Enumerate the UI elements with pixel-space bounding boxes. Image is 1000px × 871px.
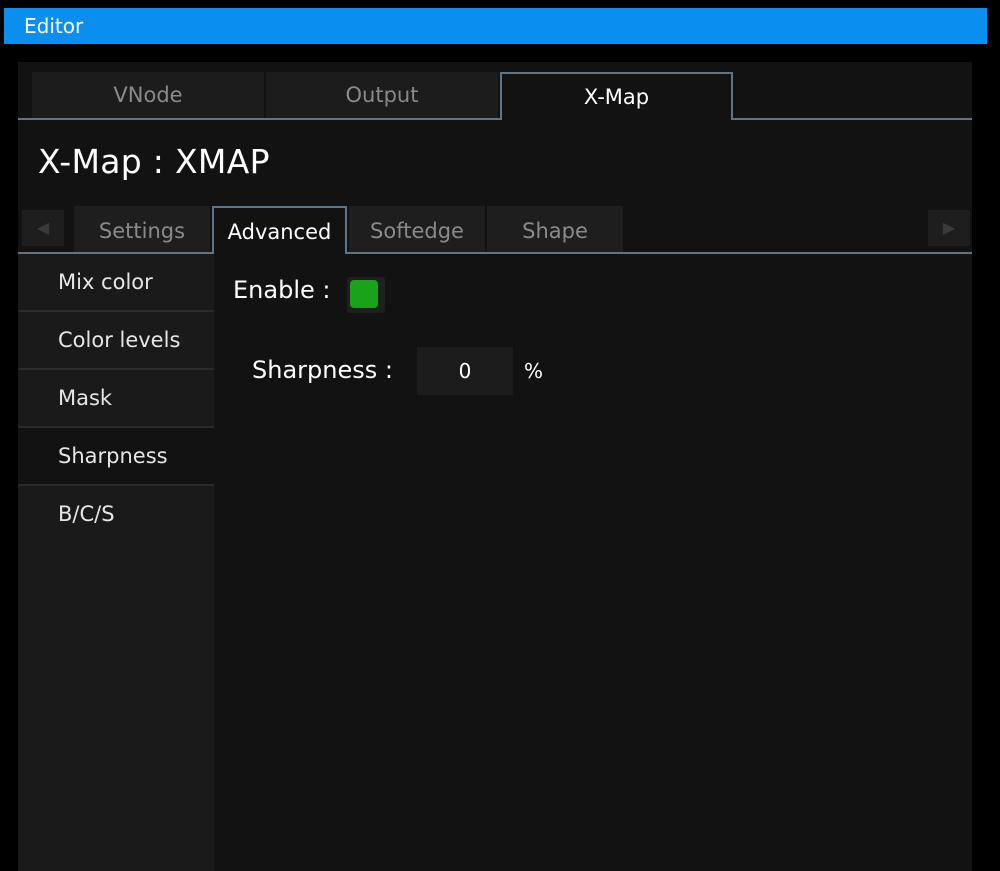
top-tab-bar: VNode Output X-Map	[18, 72, 972, 122]
scroll-left-button[interactable]: ◀	[22, 210, 64, 246]
left-arrow-icon: ◀	[36, 218, 50, 237]
tab-label: Settings	[98, 219, 186, 243]
enable-label: Enable :	[233, 276, 331, 304]
tab-output[interactable]: Output	[266, 72, 498, 118]
enable-toggle[interactable]	[347, 277, 385, 313]
sub-tab-bar: ◀ Settings Advanced Softedge Shape ▶	[18, 206, 972, 256]
side-item-label: Color levels	[58, 328, 181, 352]
tab-label: Softedge	[370, 219, 464, 243]
side-item-mix-color[interactable]: Mix color	[18, 254, 214, 312]
tab-label: Shape	[522, 219, 588, 243]
tab-label: X-Map	[583, 85, 650, 109]
side-item-bcs[interactable]: B/C/S	[18, 486, 214, 544]
scroll-right-button[interactable]: ▶	[928, 210, 970, 246]
side-item-color-levels[interactable]: Color levels	[18, 312, 214, 370]
tab-advanced[interactable]: Advanced	[212, 206, 347, 256]
sharpness-settings: Enable : Sharpness : %	[214, 254, 972, 871]
sharpness-unit: %	[524, 359, 544, 383]
tab-x-map[interactable]: X-Map	[500, 72, 733, 122]
tab-vnode[interactable]: VNode	[32, 72, 264, 118]
sharpness-label: Sharpness :	[252, 356, 393, 384]
tab-softedge[interactable]: Softedge	[349, 206, 485, 252]
page-title: X-Map : XMAP	[38, 142, 270, 181]
tab-settings[interactable]: Settings	[74, 206, 210, 252]
right-arrow-icon: ▶	[942, 218, 956, 237]
side-item-label: Sharpness	[58, 444, 168, 468]
tab-label: Advanced	[227, 220, 332, 244]
tab-label: VNode	[113, 83, 183, 107]
side-item-sharpness[interactable]: Sharpness	[18, 428, 214, 486]
sharpness-input[interactable]	[417, 347, 513, 395]
window-title-bar: Editor	[4, 8, 987, 44]
window-title: Editor	[24, 14, 84, 38]
tab-label: Output	[345, 83, 419, 107]
side-menu: Mix color Color levels Mask Sharpness B/…	[18, 254, 214, 871]
side-item-label: Mix color	[58, 270, 153, 294]
tab-shape[interactable]: Shape	[487, 206, 623, 252]
enable-indicator	[350, 280, 378, 308]
side-item-mask[interactable]: Mask	[18, 370, 214, 428]
top-tab-baseline	[18, 118, 972, 120]
side-item-label: B/C/S	[58, 502, 115, 526]
side-item-label: Mask	[58, 386, 113, 410]
editor-panel: VNode Output X-Map X-Map : XMAP ◀ Settin…	[18, 62, 972, 871]
